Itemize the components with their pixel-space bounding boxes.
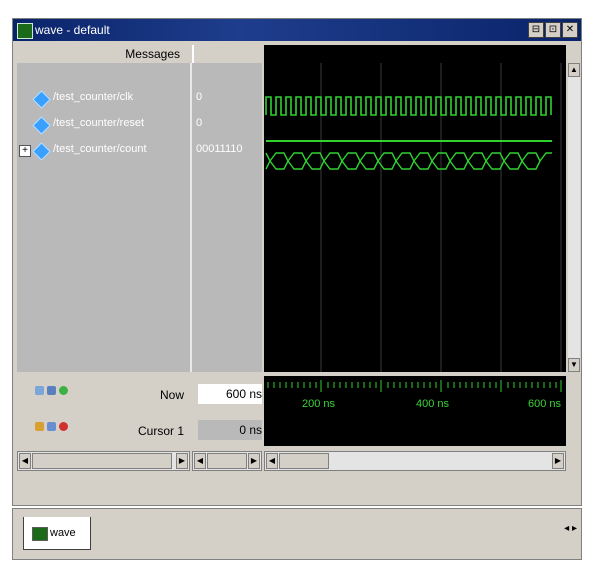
- values-column-header[interactable]: [192, 45, 264, 63]
- add-cursor-icon[interactable]: [47, 386, 56, 395]
- signal-name: /test_counter/reset: [53, 117, 145, 129]
- tab-strip: wave ◂ ▸: [12, 508, 582, 560]
- expand-icon[interactable]: +: [19, 145, 31, 157]
- scroll-left-icon[interactable]: ◀: [266, 453, 278, 469]
- signal-values-pane: [192, 63, 262, 372]
- count-bus-waveform: [265, 152, 552, 170]
- add-icon[interactable]: [59, 386, 68, 395]
- tab-scroll-arrows[interactable]: ◂ ▸: [564, 523, 577, 534]
- scroll-down-icon[interactable]: ▼: [568, 358, 580, 372]
- now-row: Now 600 ns: [17, 376, 262, 410]
- scroll-left-icon[interactable]: ◀: [194, 453, 206, 469]
- wave-tab-icon: [32, 527, 48, 541]
- scroll-right-icon[interactable]: ▶: [248, 453, 260, 469]
- timeline-label: 600 ns: [528, 398, 562, 410]
- signal-value: 00011110: [196, 143, 243, 155]
- lock-icon[interactable]: [35, 422, 44, 431]
- waveform-horizontal-scrollbar[interactable]: ◀ ▶: [264, 451, 566, 471]
- scroll-up-icon[interactable]: ▲: [568, 63, 580, 77]
- signal-name: /test_counter/count: [53, 143, 147, 155]
- signal-names-pane: [17, 63, 192, 372]
- values-horizontal-scrollbar[interactable]: ◀ ▶: [192, 451, 262, 471]
- wave-window: wave - default ⊟ ⊡ ✕ Messages /test_coun…: [12, 18, 582, 506]
- scroll-thumb[interactable]: [32, 453, 172, 469]
- signal-value: 0: [196, 91, 203, 103]
- timeline-label: 400 ns: [416, 398, 450, 410]
- tab-wave[interactable]: wave: [23, 517, 91, 550]
- signal-row-count[interactable]: + /test_counter/count: [19, 142, 147, 161]
- signal-row-reset[interactable]: /test_counter/reset: [32, 116, 145, 135]
- names-horizontal-scrollbar[interactable]: ◀ ▶: [17, 451, 190, 471]
- scroll-thumb[interactable]: [279, 453, 329, 469]
- title-bar[interactable]: wave - default ⊟ ⊡ ✕: [13, 19, 581, 41]
- now-cursor-icon[interactable]: [35, 386, 44, 395]
- now-icons: [35, 386, 68, 395]
- timeline-ticks: [267, 380, 562, 392]
- cursor-value: 0 ns: [198, 420, 262, 440]
- now-label: Now: [159, 388, 184, 402]
- cursor-label: Cursor 1: [137, 424, 184, 438]
- close-button[interactable]: ✕: [562, 22, 578, 38]
- waveform-pane[interactable]: [264, 45, 566, 372]
- signal-name: /test_counter/clk: [53, 91, 134, 103]
- now-value: 600 ns: [198, 384, 262, 404]
- edit-cursor-icon[interactable]: [47, 422, 56, 431]
- timeline-label: 200 ns: [302, 398, 336, 410]
- scroll-left-icon[interactable]: ◀: [19, 453, 31, 469]
- minimize-button[interactable]: ⊟: [528, 22, 544, 38]
- wave-window-icon: [17, 23, 33, 39]
- maximize-button[interactable]: ⊡: [545, 22, 561, 38]
- cursor-row: Cursor 1 0 ns: [17, 412, 262, 446]
- tab-label: wave: [50, 527, 76, 539]
- signal-row-clk[interactable]: /test_counter/clk: [32, 90, 134, 109]
- window-title: wave - default: [35, 23, 110, 37]
- clk-waveform: [265, 96, 552, 116]
- scroll-right-icon[interactable]: ▶: [176, 453, 188, 469]
- signal-value: 0: [196, 117, 203, 129]
- scroll-thumb[interactable]: [207, 453, 247, 469]
- cursor-icons: [35, 422, 68, 431]
- scroll-right-icon[interactable]: ▶: [552, 453, 564, 469]
- waveform-vertical-scrollbar[interactable]: ▲ ▼: [568, 63, 580, 372]
- delete-cursor-icon[interactable]: [59, 422, 68, 431]
- waveform-canvas: [265, 63, 562, 372]
- messages-header-label: Messages: [125, 47, 180, 61]
- timeline-ruler[interactable]: 200 ns 400 ns 600 ns: [264, 376, 566, 446]
- messages-column-header[interactable]: Messages: [17, 45, 190, 63]
